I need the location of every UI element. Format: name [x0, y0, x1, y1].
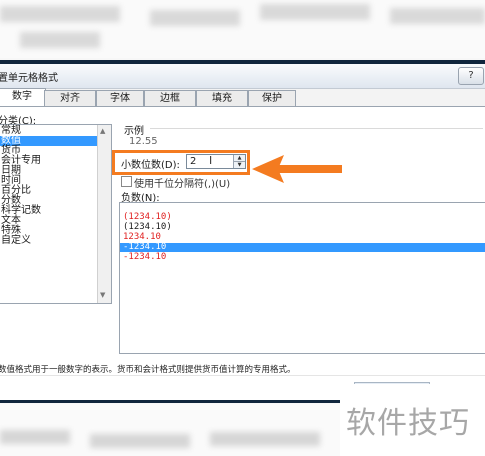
pointer-arrow-icon [252, 155, 342, 183]
number-tab-panel: 分类(C): 常规 数值 货币 会计专用 日期 时间 百分比 分数 科学记数 文… [0, 107, 485, 400]
window-frame-bottom [0, 400, 340, 403]
scroll-up-icon[interactable]: ▲ [100, 127, 105, 135]
negative-item[interactable]: 1234.10 [120, 233, 485, 242]
thousands-separator-checkbox[interactable] [121, 176, 132, 187]
negative-numbers-list[interactable]: (1234.10) (1234.10) 1234.10 -1234.10 -12… [119, 202, 485, 354]
example-value: 12.55 [129, 136, 158, 147]
highlight-frame [112, 150, 250, 175]
description-divider [0, 375, 485, 376]
category-item-custom[interactable]: 自定义 [0, 236, 97, 246]
category-scrollbar[interactable]: ▲ ▼ [97, 125, 111, 303]
format-cells-dialog: 置单元格格式 ? 数字 对齐 字体 边框 填充 保护 分类(C): 常规 数值 … [0, 64, 485, 400]
negative-item[interactable]: -1234.10 [120, 253, 485, 262]
negative-item[interactable]: (1234.10) [120, 213, 485, 222]
blurred-background-top [0, 0, 485, 58]
tab-border[interactable]: 边框 [144, 90, 196, 106]
help-button[interactable]: ? [458, 67, 484, 85]
dialog-title: 置单元格格式 [0, 73, 58, 84]
tab-protection[interactable]: 保护 [248, 90, 296, 106]
category-list[interactable]: 常规 数值 货币 会计专用 日期 时间 百分比 分数 科学记数 文本 特殊 自定… [0, 124, 112, 304]
example-label: 示例 [124, 126, 144, 137]
tab-strip: 数字 对齐 字体 边框 填充 保护 [0, 88, 485, 107]
tab-fill[interactable]: 填充 [196, 90, 248, 106]
tab-number[interactable]: 数字 [0, 88, 46, 107]
tab-alignment[interactable]: 对齐 [44, 90, 96, 106]
thousands-separator-label: 使用千位分隔符(,)(U) [134, 179, 231, 190]
negative-item-selected[interactable]: -1234.10 [120, 243, 485, 252]
watermark: 软件技巧 [340, 384, 485, 456]
watermark-text: 软件技巧 [346, 406, 470, 441]
tab-font[interactable]: 字体 [96, 90, 144, 106]
format-description: 数值格式用于一般数字的表示。货币和会计格式则提供货币值计算的专用格式。 [0, 365, 296, 375]
negative-item[interactable]: (1234.10) [120, 223, 485, 232]
dialog-titlebar: 置单元格格式 ? [0, 64, 485, 89]
example-divider [150, 128, 483, 129]
scroll-down-icon[interactable]: ▼ [100, 291, 105, 299]
